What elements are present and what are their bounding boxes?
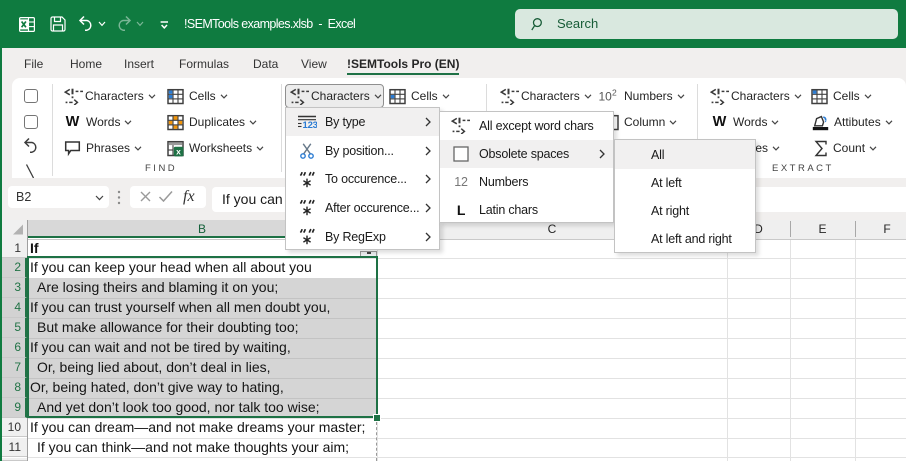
svg-text:x: x [176,146,181,156]
svg-text:123: 123 [303,120,318,130]
svg-text:2: 2 [612,88,617,98]
svg-text:10: 10 [599,89,613,103]
